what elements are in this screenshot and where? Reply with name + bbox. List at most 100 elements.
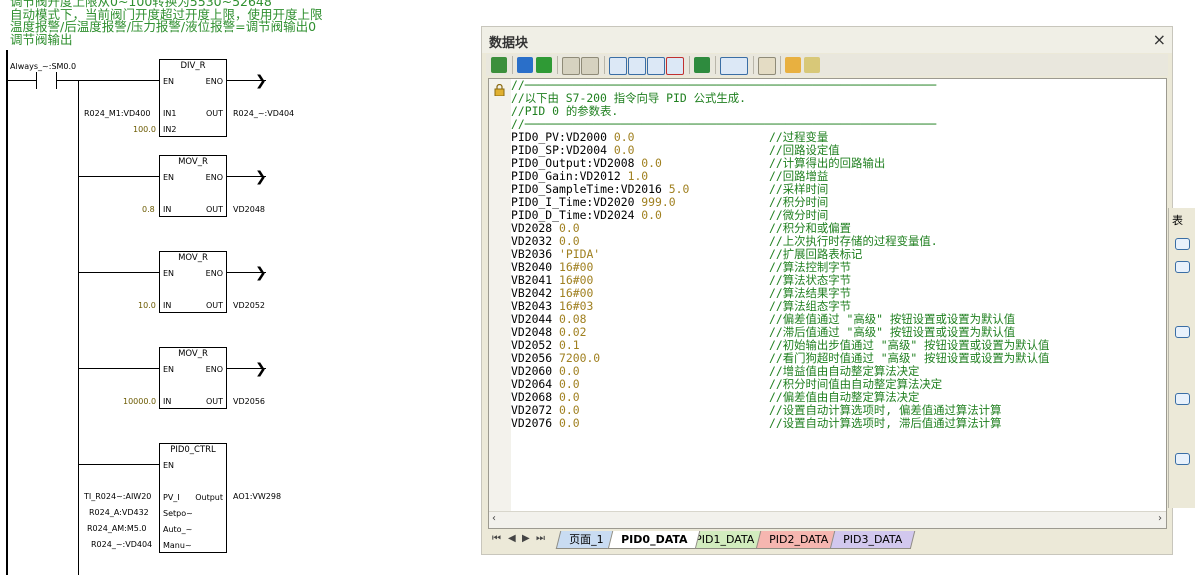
symbol-address: VB2041 <box>511 273 553 287</box>
symbol-address: VD2068 <box>511 390 553 404</box>
initial-value: 0.0 <box>552 416 580 430</box>
prev-tab-icon[interactable]: ◀ <box>508 533 516 544</box>
mov-out-operand[interactable]: VD2056 <box>233 397 265 406</box>
initial-value: 16#00 <box>552 273 594 287</box>
pid-ctrl-block[interactable]: PID0_CTRL EN PV_I Setpo~ Auto_~ Manu~ Ou… <box>159 443 227 553</box>
item-icon[interactable] <box>1175 393 1190 405</box>
options-icon[interactable] <box>804 57 820 73</box>
initial-value: 1.0 <box>620 169 649 183</box>
tab-pid3-data[interactable]: PID3_DATA <box>829 531 916 549</box>
initial-value: 0.02 <box>552 325 587 339</box>
scroll-left-icon[interactable]: ‹ <box>492 513 496 524</box>
undo-icon[interactable] <box>628 57 646 75</box>
symbol-address: VB2042 <box>511 286 553 300</box>
window-title: 数据块 <box>489 36 529 51</box>
close-icon[interactable]: × <box>1153 30 1166 49</box>
initial-value: 'PIDA' <box>552 247 601 261</box>
last-tab-icon[interactable]: ⏭ <box>536 533 545 544</box>
symbol-address: PID0_Output:VD2008 <box>511 156 635 170</box>
symbol-address: PID0_I_Time:VD2020 <box>511 195 635 209</box>
initial-value: 999.0 <box>634 195 676 209</box>
initial-value: 0.1 <box>552 338 580 352</box>
code-lines: //──────────────────────────────────────… <box>511 78 1049 430</box>
comment-text: //──────────────────────────────────────… <box>511 78 937 92</box>
tab-pid2-data[interactable]: PID2_DATA <box>755 531 842 549</box>
eno-arrow-icon: ❯ <box>255 265 267 281</box>
initial-value: 0.0 <box>607 130 635 144</box>
next-tab-icon[interactable]: ▶ <box>522 533 530 544</box>
mov-r-block[interactable]: MOV_R EN ENO IN OUT <box>159 347 227 409</box>
mov-out-operand[interactable]: VD2048 <box>233 205 265 214</box>
insert-icon[interactable] <box>609 57 627 75</box>
initial-value: 5.0 <box>661 182 690 196</box>
network-comments: 调节阀开度上限从0~100转换为5530~52648 自动模式下，当前阀门开度超… <box>10 0 323 46</box>
copy-icon[interactable] <box>581 57 599 75</box>
symbol-icon[interactable] <box>758 57 776 75</box>
initial-value: 0.0 <box>552 221 580 235</box>
symbol-address: VD2072 <box>511 403 553 417</box>
div-in2-operand[interactable]: 100.0 <box>133 125 156 134</box>
network-comment-line: 调节阀输出 <box>10 31 73 47</box>
arrow-up-icon[interactable] <box>517 57 533 73</box>
folder-icon[interactable] <box>1175 238 1190 250</box>
pid-setpoint-operand[interactable]: R024_A:VD432 <box>89 508 149 517</box>
editor-gutter <box>489 79 511 512</box>
initial-value: 0.0 <box>552 390 580 404</box>
item-icon[interactable] <box>1175 261 1190 273</box>
eno-arrow-icon: ❯ <box>255 361 267 377</box>
div-r-block[interactable]: DIV_R EN ENO IN1 IN2 OUT <box>159 59 227 137</box>
side-panel-edge: 表 <box>1168 208 1195 508</box>
div-out-operand[interactable]: R024_~:VD404 <box>233 109 294 118</box>
tab-pid0-data[interactable]: PID0_DATA <box>607 531 701 549</box>
initial-value: 16#00 <box>552 260 594 274</box>
symbol-address: VB2043 <box>511 299 553 313</box>
download-icon[interactable] <box>694 57 710 73</box>
comment-text: //以下由 S7-200 指令向导 PID 公式生成. <box>511 91 747 105</box>
pid-auto-operand[interactable]: R024_AM:M5.0 <box>87 524 147 533</box>
symbol-address: VD2044 <box>511 312 553 326</box>
symbol-address: VD2028 <box>511 221 553 235</box>
symbol-address: VD2076 <box>511 416 553 430</box>
properties-icon[interactable] <box>785 57 801 73</box>
window-titlebar: 数据块 × <box>482 27 1172 53</box>
power-rail <box>6 50 8 575</box>
compile-icon[interactable] <box>491 57 507 73</box>
item-icon[interactable] <box>1175 453 1190 465</box>
mov-in-operand[interactable]: 10000.0 <box>123 397 156 406</box>
mov-r-block[interactable]: MOV_R EN ENO IN OUT <box>159 251 227 313</box>
contact-left[interactable] <box>36 72 37 89</box>
pid-pv-operand[interactable]: TI_R024~:AIW20 <box>84 492 151 501</box>
horizontal-scrollbar[interactable]: ‹ › <box>489 511 1166 528</box>
div-in1-operand[interactable]: R024_M1:VD400 <box>84 109 150 118</box>
mov-in-operand[interactable]: 0.8 <box>142 205 155 214</box>
delete-icon[interactable] <box>666 57 684 75</box>
scroll-right-icon[interactable]: › <box>1158 513 1162 524</box>
code-line[interactable]: VD2076 0.0 //设置自动计算选项时, 滞后值通过算法计算 <box>511 416 1001 430</box>
initial-value: 0.0 <box>552 377 580 391</box>
arrow-down-icon[interactable] <box>536 57 552 73</box>
lock-icon <box>494 84 505 96</box>
data-block-editor[interactable]: //──────────────────────────────────────… <box>488 78 1167 529</box>
initial-value: 0.0 <box>634 156 662 170</box>
bookmark-dropdown-icon[interactable] <box>720 57 748 75</box>
tab-label: 页面_1 <box>569 533 604 546</box>
comment-text: //──────────────────────────────────────… <box>511 117 937 131</box>
page-icon[interactable] <box>562 57 580 75</box>
pid-manual-operand[interactable]: R024_~:VD404 <box>91 540 152 549</box>
pid-output-operand[interactable]: AO1:VW298 <box>233 492 281 501</box>
mov-r-block[interactable]: MOV_R EN ENO IN OUT <box>159 155 227 217</box>
initial-value: 0.0 <box>607 143 635 157</box>
first-tab-icon[interactable]: ⏮ <box>492 533 501 544</box>
mov-out-operand[interactable]: VD2052 <box>233 301 265 310</box>
item-icon[interactable] <box>1175 326 1190 338</box>
symbol-address: VD2064 <box>511 377 553 391</box>
redo-icon[interactable] <box>647 57 665 75</box>
initial-value: 0.08 <box>552 312 587 326</box>
eno-arrow-icon: ❯ <box>255 73 267 89</box>
symbol-address: VB2040 <box>511 260 553 274</box>
mov-in-operand[interactable]: 10.0 <box>138 301 156 310</box>
branch-line <box>78 80 79 575</box>
tab-label: PID1_DATA <box>695 533 755 546</box>
eno-arrow-icon: ❯ <box>255 169 267 185</box>
symbol-address: PID0_PV:VD2000 <box>511 130 608 144</box>
